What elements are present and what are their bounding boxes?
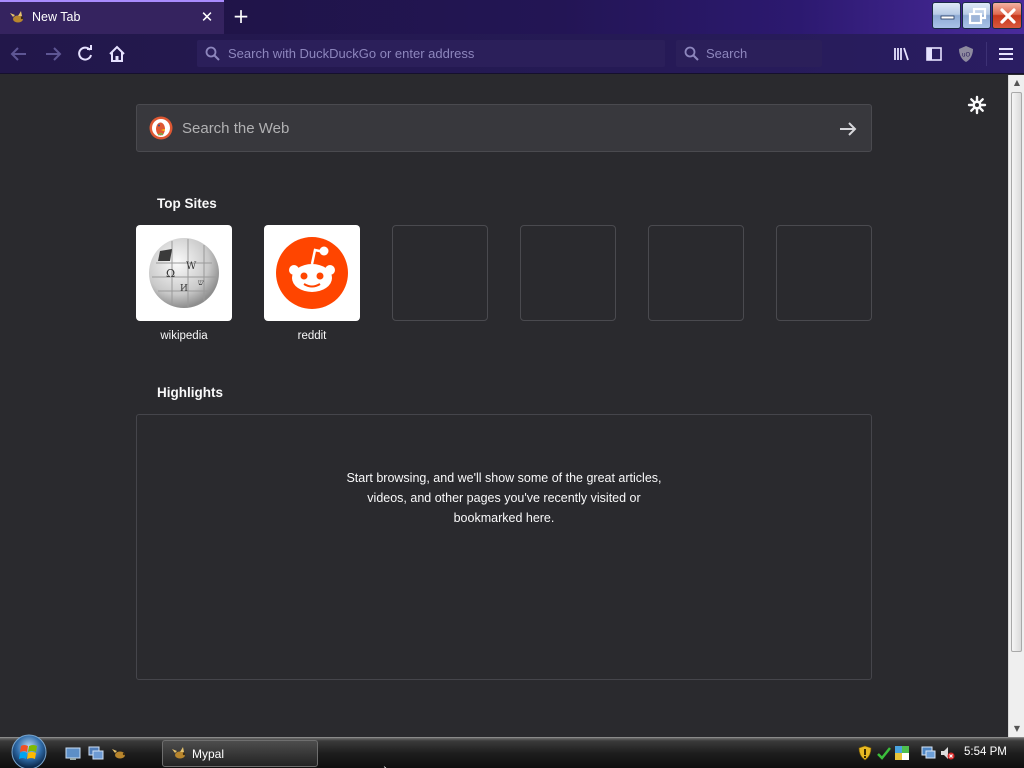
ublock-icon[interactable]: uO — [956, 44, 976, 64]
network-icon[interactable] — [920, 745, 936, 761]
wikipedia-globe-icon: Ω W И ש — [149, 238, 219, 308]
window-controls — [931, 2, 1022, 30]
restore-icon[interactable] — [962, 2, 991, 29]
top-sites-title: Top Sites — [157, 196, 217, 211]
highlights-line: bookmarked here. — [453, 511, 555, 525]
web-search-input[interactable] — [182, 105, 822, 151]
tab-new-tab[interactable]: New Tab ✕ — [0, 0, 224, 34]
forward-arrow-icon[interactable] — [42, 43, 64, 65]
mypal-favicon-icon — [172, 747, 186, 759]
svg-text:Ω: Ω — [166, 267, 175, 280]
minimize-icon[interactable] — [932, 2, 961, 29]
top-site-label: reddit — [297, 330, 327, 342]
reload-icon[interactable] — [74, 43, 96, 65]
plus-icon[interactable]: + — [230, 4, 252, 28]
volume-muted-icon[interactable] — [939, 745, 955, 761]
start-orb-icon[interactable] — [8, 732, 50, 768]
security-shield-icon[interactable] — [857, 745, 873, 761]
top-site-label: wikipedia — [160, 330, 208, 342]
reddit-alien-icon — [276, 237, 348, 309]
top-site-wikipedia[interactable]: Ω W И ש — [136, 225, 232, 321]
scroll-up-icon[interactable]: ▲ — [1009, 75, 1024, 91]
toolbar-divider — [986, 42, 987, 66]
mypal-favicon-icon — [10, 11, 24, 23]
scroll-down-icon[interactable]: ▼ — [1009, 721, 1024, 737]
tab-strip: New Tab ✕ + — [0, 0, 1024, 34]
sidebar-icon[interactable] — [924, 44, 944, 64]
close-icon[interactable] — [992, 2, 1022, 29]
taskbar-button-mypal[interactable]: Mypal — [162, 740, 318, 767]
vertical-scrollbar[interactable]: ▲ ▼ — [1008, 75, 1024, 737]
close-icon[interactable]: ✕ — [199, 9, 215, 25]
mypal-quicklaunch-icon[interactable] — [111, 746, 127, 761]
top-site-empty[interactable] — [520, 225, 616, 321]
taskbar: Mypal 5:54 PM — [0, 734, 1024, 768]
top-site-empty[interactable] — [648, 225, 744, 321]
svg-text:uO: uO — [962, 52, 971, 59]
svg-text:ש: ש — [198, 278, 204, 287]
tab-title: New Tab — [32, 10, 81, 24]
search-input[interactable] — [706, 40, 816, 67]
newtab-page: Top Sites Ω W И ש wikip — [0, 75, 1008, 737]
gear-icon[interactable] — [967, 95, 987, 115]
hamburger-menu-icon[interactable] — [996, 44, 1016, 64]
arrow-right-icon[interactable] — [837, 118, 859, 140]
scrollbar-thumb[interactable] — [1011, 92, 1022, 652]
highlights-line: Start browsing, and we'll show some of t… — [346, 471, 662, 485]
search-bar[interactable] — [676, 40, 822, 67]
top-site-empty[interactable] — [776, 225, 872, 321]
svg-text:W: W — [186, 261, 197, 272]
library-icon[interactable] — [892, 44, 912, 64]
url-bar[interactable] — [197, 40, 665, 67]
top-site-empty[interactable] — [392, 225, 488, 321]
highlights-line: videos, and other pages you've recently … — [367, 491, 641, 505]
colorful-tray-icon[interactable] — [894, 745, 910, 761]
checkmark-icon[interactable] — [876, 745, 892, 761]
url-input[interactable] — [228, 40, 658, 67]
taskbar-button-label: Mypal — [192, 747, 225, 761]
web-search-box[interactable] — [136, 104, 872, 152]
home-icon[interactable] — [106, 43, 128, 65]
search-icon — [205, 46, 220, 61]
svg-text:И: И — [180, 284, 188, 294]
back-arrow-icon[interactable] — [8, 43, 30, 65]
show-desktop-icon[interactable] — [65, 746, 81, 761]
search-icon — [684, 46, 699, 61]
duckduckgo-logo-icon — [149, 116, 173, 140]
switch-windows-icon[interactable] — [88, 746, 104, 761]
highlights-title: Highlights — [157, 385, 223, 400]
highlights-empty-message: Start browsing, and we'll show some of t… — [318, 468, 690, 528]
taskbar-clock[interactable]: 5:54 PM — [964, 746, 1007, 758]
nav-toolbar: uO — [0, 34, 1024, 74]
screen: New Tab ✕ + Search with DuckDuckGo or en… — [0, 0, 1024, 768]
top-site-reddit[interactable] — [264, 225, 360, 321]
highlights-box — [136, 414, 872, 680]
